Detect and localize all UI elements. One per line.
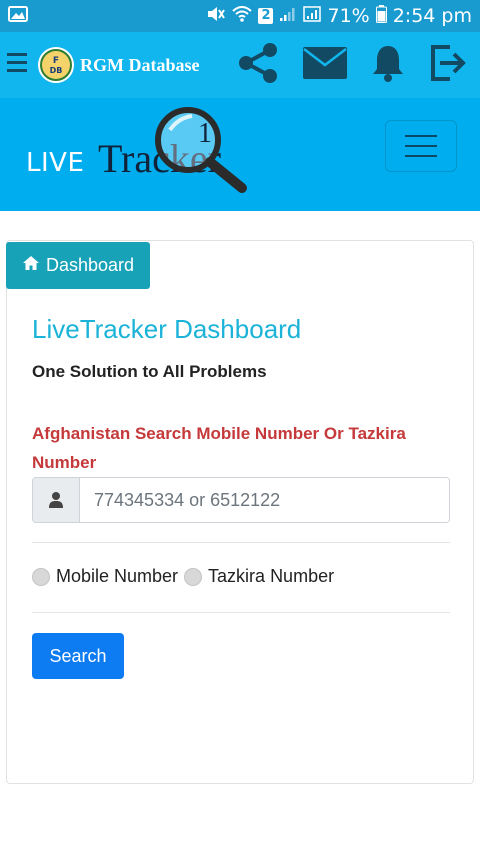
user-icon: [33, 478, 80, 522]
image-icon: [8, 5, 28, 27]
search-button[interactable]: Search: [32, 633, 124, 679]
mail-icon[interactable]: [302, 45, 348, 86]
radio-mobile-label[interactable]: Mobile Number: [56, 566, 178, 587]
radio-tazkira-number[interactable]: [184, 567, 203, 586]
status-bar: 2 71% 2:54 pm: [0, 0, 480, 32]
menu-icon[interactable]: [6, 50, 32, 81]
wifi-icon: [232, 5, 253, 27]
signal-icon: [303, 5, 322, 27]
magnifier-icon: 1: [150, 102, 270, 199]
app-logo: F DB: [38, 47, 74, 83]
app-bar: F DB RGM Database: [0, 32, 480, 98]
banner-logo-live: LIVE: [26, 148, 85, 178]
dashboard-card: Dashboard LiveTracker Dashboard One Solu…: [6, 240, 474, 784]
bell-icon[interactable]: [370, 43, 406, 88]
brand-name: RGM Database: [80, 54, 200, 75]
page-title: LiveTracker Dashboard: [32, 314, 302, 344]
logout-icon[interactable]: [428, 44, 466, 87]
radio-tazkira-label[interactable]: Tazkira Number: [208, 566, 334, 587]
logo-mark: F DB: [42, 51, 70, 79]
search-type-options: Mobile Number Tazkira Number: [32, 566, 340, 587]
clock: 2:54 pm: [392, 5, 472, 27]
sim-badge: 2: [258, 8, 274, 24]
divider: [32, 612, 450, 613]
search-input[interactable]: [80, 478, 449, 522]
svg-text:1: 1: [198, 118, 212, 149]
svg-text:DB: DB: [50, 66, 63, 75]
home-icon: [22, 255, 40, 276]
brand-banner: LIVE Tracker 1: [0, 98, 480, 211]
page-subtitle: One Solution to All Problems: [32, 362, 267, 381]
search-input-group: [32, 477, 450, 523]
mute-icon: [206, 5, 226, 28]
navbar-toggler[interactable]: [385, 120, 457, 172]
signal-icon: [279, 5, 297, 27]
search-prompt: Afghanistan Search Mobile Number Or Tazk…: [32, 424, 406, 472]
share-icon[interactable]: [236, 41, 280, 90]
divider: [32, 542, 450, 543]
radio-mobile-number[interactable]: [32, 567, 50, 586]
tab-dashboard[interactable]: Dashboard: [6, 242, 151, 289]
svg-text:F: F: [53, 56, 59, 66]
battery-icon: [375, 4, 387, 28]
tab-label: Dashboard: [46, 255, 135, 275]
battery-percent: 71%: [327, 5, 370, 27]
